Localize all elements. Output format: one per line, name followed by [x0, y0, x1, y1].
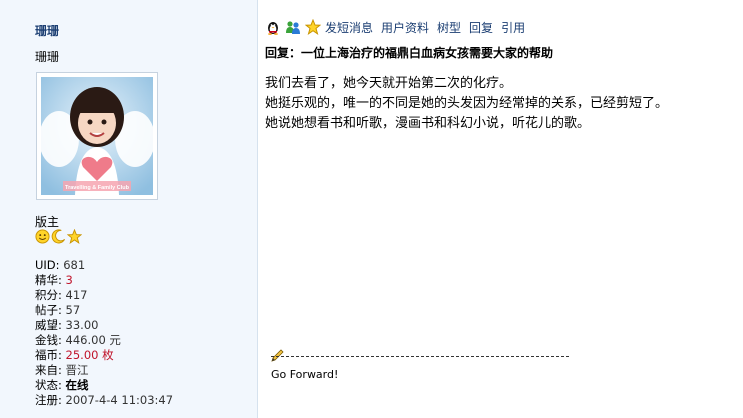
star-icon: [66, 228, 83, 244]
avatar-image: Travelling & Family Club: [41, 77, 153, 195]
send-message-link[interactable]: 发短消息: [325, 19, 373, 36]
msn-icon[interactable]: [285, 19, 301, 35]
stat-value: 2007-4-4 11:03:47: [65, 393, 174, 407]
user-nickname: 珊珊: [35, 50, 60, 64]
stat-row: 金钱: 446.00 元: [35, 333, 173, 348]
stat-row: 精华: 3: [35, 273, 173, 288]
stat-row: UID: 681: [35, 258, 173, 273]
signature-divider: [271, 356, 569, 357]
post-line: 她说她想看书和听歌，漫画书和科幻小说，听花儿的歌。: [265, 116, 591, 131]
qq-penguin-icon[interactable]: [265, 19, 281, 35]
stat-value: 681: [63, 258, 86, 272]
post-actions-bar: 发短消息 用户资料 树型 回复 引用: [265, 17, 529, 37]
avatar-caption: Travelling & Family Club: [65, 185, 130, 191]
stat-label: 精华:: [35, 273, 66, 287]
rank-icons: [35, 228, 83, 245]
stat-value: 446.00 元: [65, 333, 121, 347]
crescent-moon-icon: [51, 229, 66, 244]
post-line: 我们去看了，她今天就开始第二次的化疗。: [265, 76, 513, 91]
post-content-panel: 发短消息 用户资料 树型 回复 引用 回复：一位上海治疗的福鼎白血病女孩需要大家…: [259, 0, 743, 418]
user-role: 版主: [35, 215, 60, 229]
stat-value: 25.00 枚: [65, 348, 114, 362]
user-stats: UID: 681 精华: 3 积分: 417 帖子: 57 威望: 33.00 金钱: 4…: [35, 258, 173, 408]
stat-value: 晋江: [65, 363, 89, 377]
post-line: 她挺乐观的，唯一的不同是她的头发因为经常掉的关系，已经剪短了。: [265, 96, 669, 111]
stat-row: 帖子: 57: [35, 303, 173, 318]
post-body: 我们去看了，她今天就开始第二次的化疗。 她挺乐观的，唯一的不同是她的头发因为经常…: [265, 74, 668, 134]
tree-view-link[interactable]: 树型: [437, 19, 461, 36]
stat-value: 57: [65, 303, 81, 317]
stat-row: 状态: 在线: [35, 378, 173, 393]
username-link[interactable]: 珊珊: [35, 22, 59, 39]
star-icon[interactable]: [304, 18, 322, 35]
signature-text: Go Forward!: [271, 368, 339, 381]
user-info-panel: 珊珊 珊珊 Travelling & Family Club 版主 UID: 6…: [0, 0, 258, 418]
smiley-face-icon: [35, 229, 50, 244]
stat-label: 积分:: [35, 288, 66, 302]
stat-row: 福币: 25.00 枚: [35, 348, 173, 363]
post-title: 回复：一位上海治疗的福鼎白血病女孩需要大家的帮助: [265, 46, 554, 60]
stat-value: 33.00: [65, 318, 99, 332]
stat-label: 状态:: [35, 378, 66, 392]
stat-label: 帖子:: [35, 303, 66, 317]
quote-link[interactable]: 引用: [501, 19, 525, 36]
stat-label: 注册:: [35, 393, 66, 407]
stat-row: 积分: 417: [35, 288, 173, 303]
stat-row: 威望: 33.00: [35, 318, 173, 333]
user-profile-link[interactable]: 用户资料: [381, 19, 429, 36]
stat-label: 金钱:: [35, 333, 66, 347]
stat-value: 417: [65, 288, 88, 302]
stat-value: 在线: [65, 378, 89, 392]
stat-row: 来自: 晋江: [35, 363, 173, 378]
avatar: Travelling & Family Club: [36, 72, 158, 200]
stat-label: UID:: [35, 258, 64, 272]
stat-label: 威望:: [35, 318, 66, 332]
reply-link[interactable]: 回复: [469, 19, 493, 36]
stat-value: 3: [65, 273, 73, 287]
stat-label: 福币:: [35, 348, 66, 362]
stat-row: 注册: 2007-4-4 11:03:47: [35, 393, 173, 408]
stat-label: 来自:: [35, 363, 66, 377]
